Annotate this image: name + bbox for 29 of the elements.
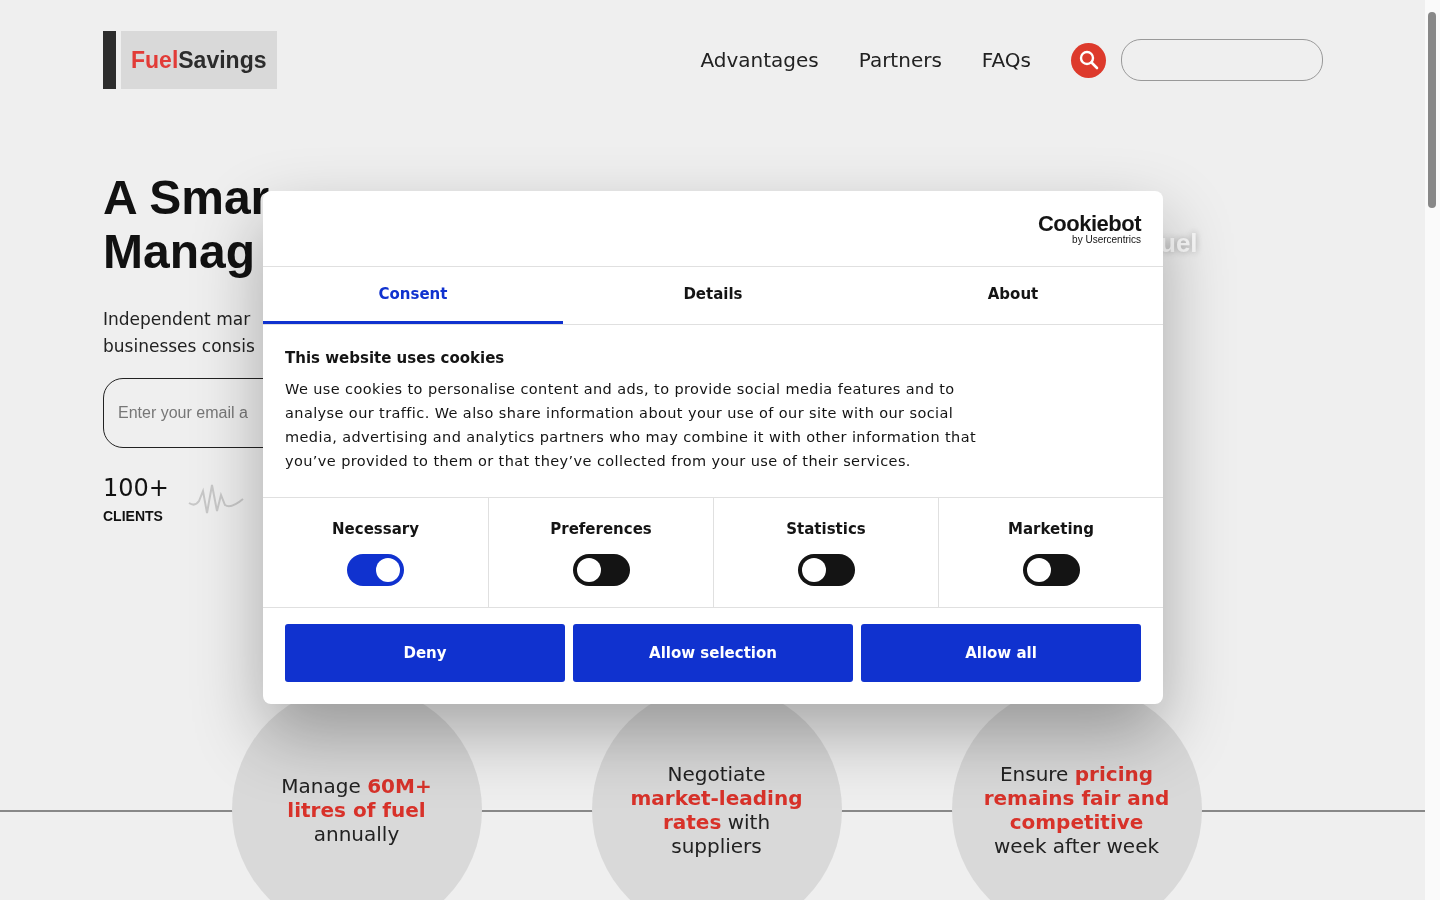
- consent-button[interactable]: Allow selection: [573, 624, 853, 682]
- nav-link[interactable]: FAQs: [981, 48, 1031, 72]
- dialog-tab[interactable]: Details: [563, 267, 863, 324]
- consent-button[interactable]: Allow all: [861, 624, 1141, 682]
- stat-value: 100+: [103, 474, 169, 502]
- category-label: Statistics: [786, 520, 866, 538]
- cookiebot-logo: Cookiebot by Usercentrics: [1037, 212, 1141, 245]
- consent-button[interactable]: Deny: [285, 624, 565, 682]
- dialog-tab[interactable]: About: [863, 267, 1163, 324]
- dialog-tab[interactable]: Consent: [263, 267, 563, 324]
- search-field[interactable]: [1121, 39, 1323, 81]
- category-toggle[interactable]: [1022, 554, 1080, 586]
- category-label: Preferences: [550, 520, 652, 538]
- category-toggle[interactable]: [347, 554, 404, 586]
- nav-link[interactable]: Partners: [858, 48, 942, 72]
- feature-text: Ensure pricing remains fair and competitive week after week: [982, 762, 1171, 858]
- category-toggle[interactable]: [797, 554, 855, 586]
- nav-link[interactable]: Advantages: [700, 48, 819, 72]
- stat-label: CLIENTS: [103, 508, 164, 524]
- search-button[interactable]: [1071, 42, 1106, 78]
- category-label: Marketing: [1008, 520, 1094, 538]
- feature-text: Negotiate market-leading rates with suppliers: [629, 762, 804, 858]
- category-toggle[interactable]: [572, 554, 630, 586]
- dialog-title: This website uses cookies: [285, 349, 506, 367]
- search-icon: [1078, 50, 1099, 70]
- feature-text: Manage 60M+ litres of fuel annually: [280, 774, 433, 846]
- hero-description: Independent mar businesses consis: [103, 308, 255, 358]
- scrollbar[interactable]: [1425, 0, 1440, 900]
- category-label: Necessary: [332, 520, 419, 538]
